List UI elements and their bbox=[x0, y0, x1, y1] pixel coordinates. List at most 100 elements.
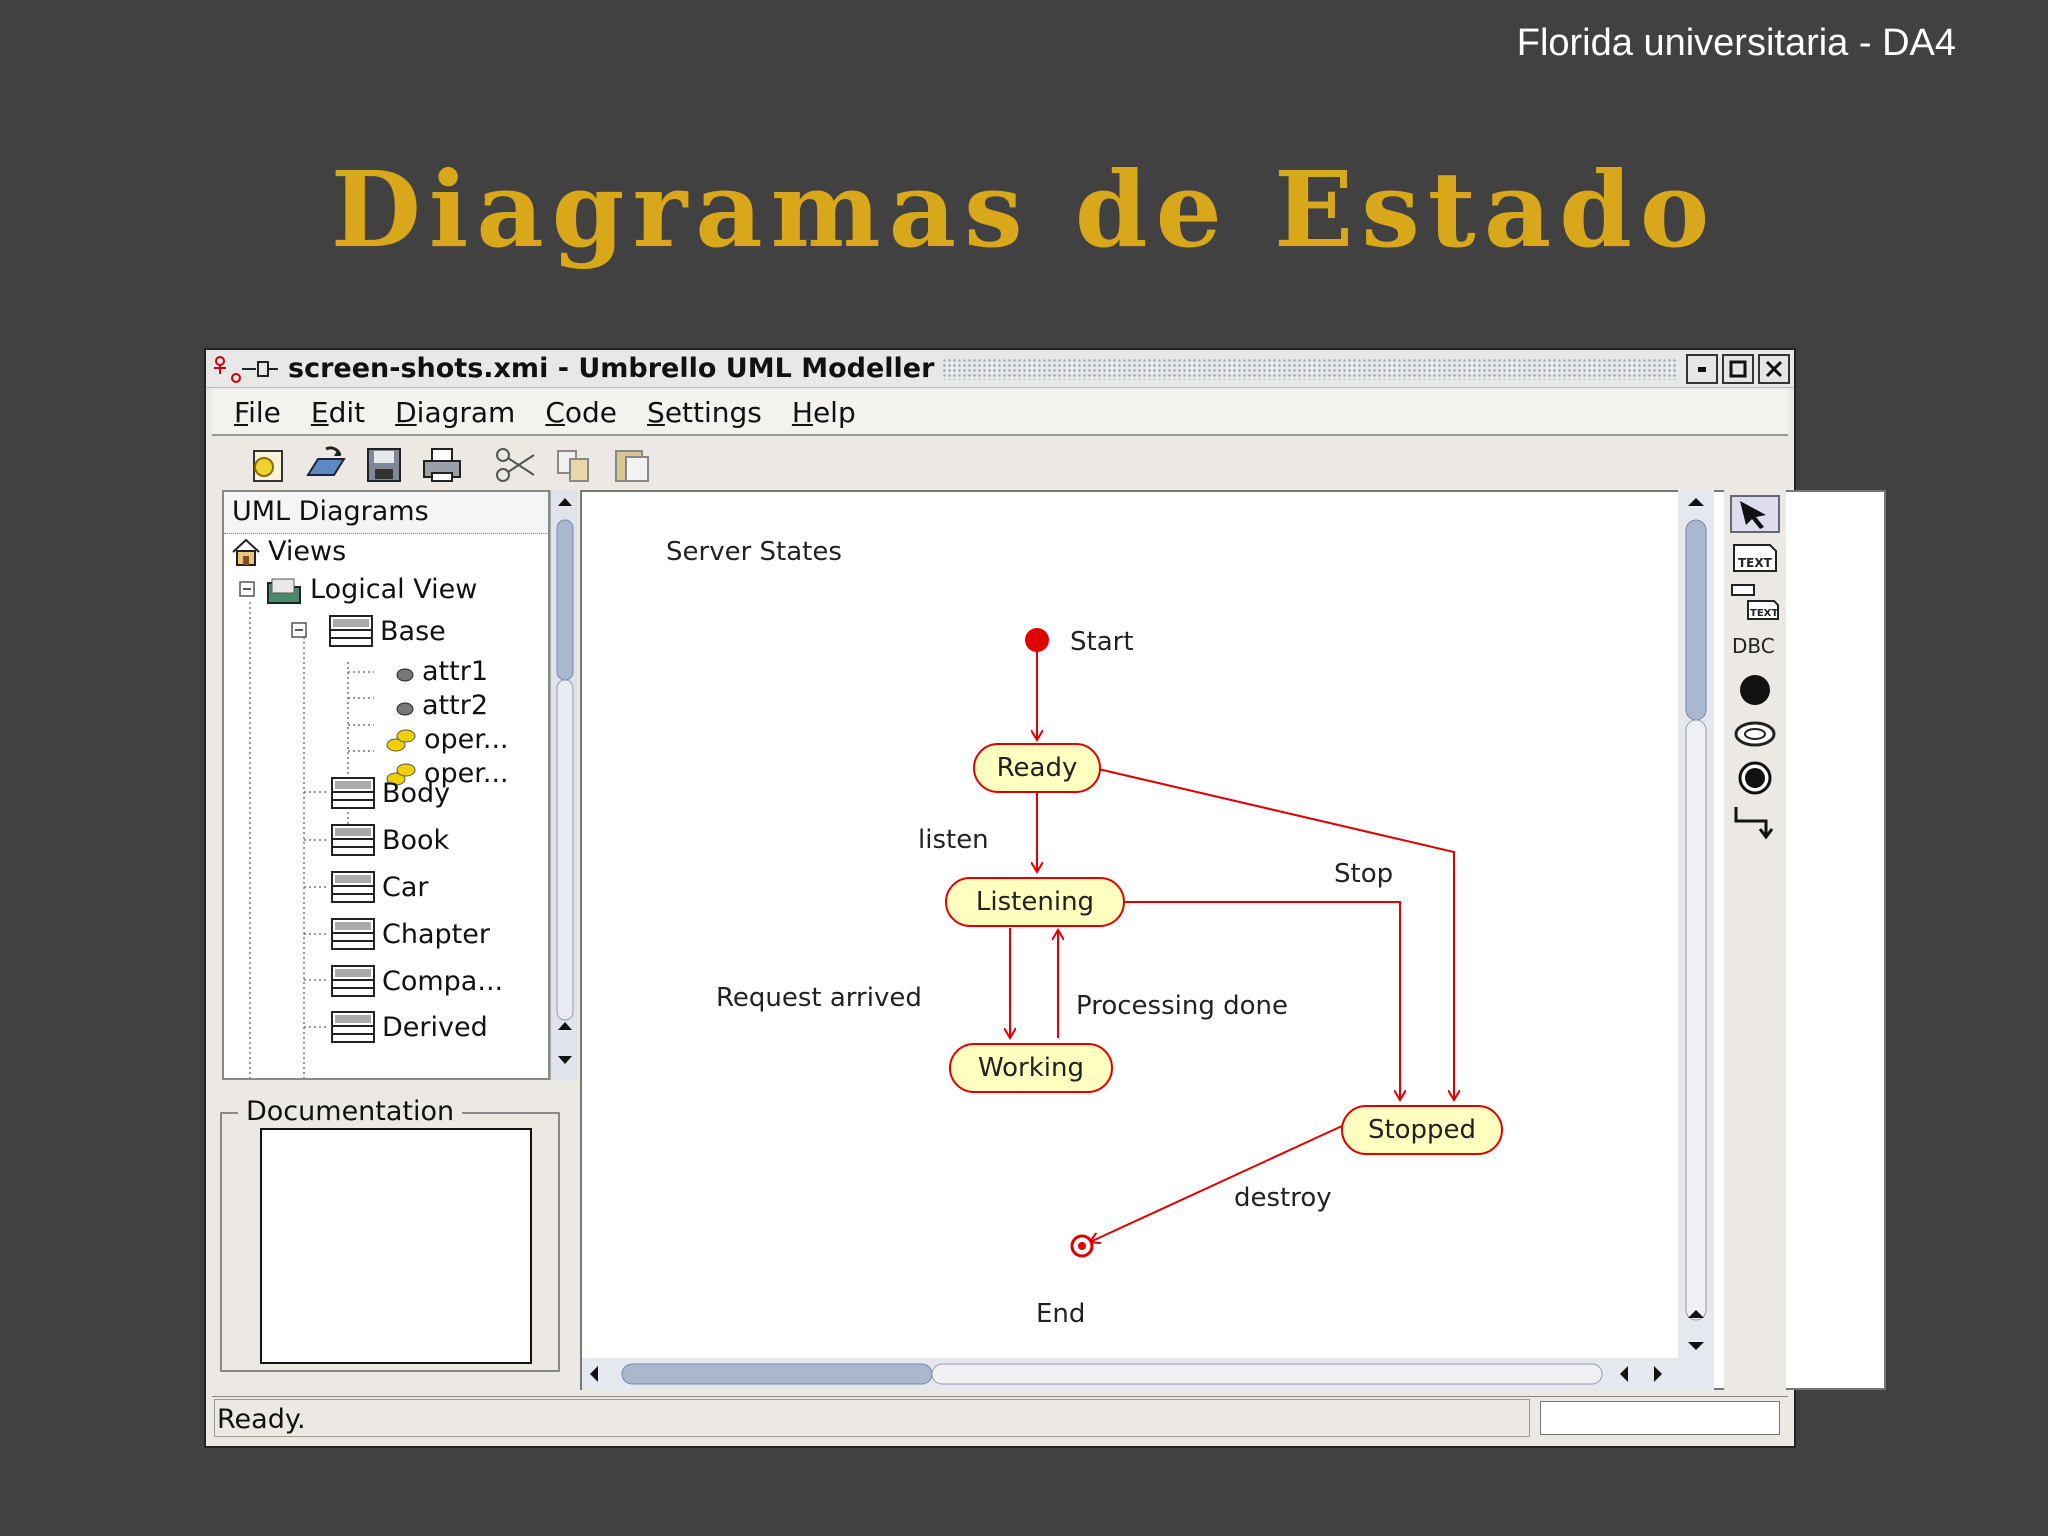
folder-icon bbox=[267, 578, 301, 604]
tree-item-chapter[interactable]: Chapter bbox=[330, 917, 490, 951]
main-toolbar bbox=[212, 440, 1788, 490]
state-icon bbox=[1734, 721, 1776, 747]
cut-icon bbox=[496, 448, 535, 482]
new-button[interactable] bbox=[242, 443, 294, 487]
operation-icon bbox=[386, 729, 416, 751]
note-tool[interactable]: TEXT bbox=[1727, 582, 1783, 622]
menu-code[interactable]: Code bbox=[545, 396, 617, 429]
tree-view[interactable]: UML Diagrams Views Logical View Base att… bbox=[222, 490, 550, 1080]
open-icon bbox=[306, 446, 346, 476]
print-icon bbox=[423, 448, 461, 482]
titlebar-grip bbox=[942, 357, 1678, 380]
menu-help[interactable]: Help bbox=[792, 396, 856, 429]
tree-scroll-thumb bbox=[556, 519, 574, 681]
svg-text:DBC: DBC bbox=[1732, 634, 1775, 658]
text-note-icon: TEXT bbox=[1733, 544, 1777, 572]
class-icon bbox=[331, 1011, 375, 1043]
menu-edit[interactable]: Edit bbox=[311, 396, 365, 429]
scroll-up-icon bbox=[558, 498, 572, 506]
tree-label-derived: Derived bbox=[382, 1011, 488, 1043]
tree-item-operation-1[interactable]: oper... bbox=[384, 724, 509, 755]
end-state-tool[interactable] bbox=[1727, 758, 1783, 798]
tree-label-attr1: attr1 bbox=[422, 656, 488, 687]
tree-item-logical-view[interactable]: Logical View bbox=[238, 574, 477, 605]
documentation-panel: Documentation bbox=[212, 1090, 568, 1380]
state-tool[interactable] bbox=[1727, 714, 1783, 754]
attribute-icon bbox=[396, 702, 414, 715]
save-icon bbox=[367, 448, 401, 482]
tree-label-car: Car bbox=[382, 871, 429, 903]
transition-arrow-icon bbox=[1734, 807, 1774, 840]
scroll-left-icon bbox=[590, 1366, 598, 1382]
class-icon bbox=[331, 871, 375, 903]
tree-label-logical-view: Logical View bbox=[310, 574, 478, 605]
diagram-title: Server States bbox=[666, 537, 842, 567]
end-state-icon bbox=[1738, 761, 1772, 795]
documentation-label: Documentation bbox=[238, 1096, 463, 1127]
copy-button[interactable] bbox=[548, 443, 600, 487]
maximize-icon bbox=[1729, 360, 1747, 377]
minimize-button[interactable] bbox=[1686, 353, 1718, 384]
svg-text:TEXT: TEXT bbox=[1750, 608, 1778, 619]
attribute-icon bbox=[396, 668, 414, 681]
box-tool[interactable]: DBC bbox=[1727, 626, 1783, 666]
documentation-textarea[interactable] bbox=[260, 1128, 532, 1364]
tree-item-car[interactable]: Car bbox=[330, 870, 429, 904]
tree-item-base[interactable]: Base bbox=[290, 614, 446, 648]
tree-label-views: Views bbox=[268, 536, 347, 567]
close-button[interactable] bbox=[1758, 353, 1790, 384]
label-stop: Stop bbox=[1334, 859, 1393, 889]
canvas-vertical-scrollbar[interactable] bbox=[1678, 490, 1714, 1390]
transition-tool[interactable] bbox=[1727, 802, 1783, 842]
label-request-arrived: Request arrived bbox=[716, 983, 922, 1013]
tree-item-book[interactable]: Book bbox=[330, 823, 449, 857]
umbrello-app-icon bbox=[214, 355, 278, 383]
tree-item-attr2[interactable]: attr2 bbox=[394, 690, 488, 721]
copy-icon bbox=[557, 450, 589, 482]
label-processing-done: Processing done bbox=[1076, 991, 1288, 1021]
canvas-hscroll-graphic bbox=[590, 1363, 1662, 1385]
state-ready-label: Ready bbox=[997, 753, 1078, 783]
initial-state-tool[interactable] bbox=[1727, 670, 1783, 710]
svg-text:TEXT: TEXT bbox=[1738, 556, 1773, 570]
menu-settings[interactable]: Settings bbox=[647, 396, 762, 429]
print-button[interactable] bbox=[416, 443, 468, 487]
select-tool[interactable] bbox=[1727, 494, 1783, 534]
paste-button[interactable] bbox=[606, 443, 658, 487]
tree-label-body: Body bbox=[382, 777, 451, 809]
tree-label-company: Compa... bbox=[382, 965, 504, 997]
maximize-button[interactable] bbox=[1722, 353, 1754, 384]
window-title: screen-shots.xmi - Umbrello UML Modeller bbox=[288, 353, 935, 384]
tree-item-body[interactable]: Body bbox=[330, 776, 450, 810]
arrow-pointer-icon bbox=[1730, 495, 1780, 533]
tree-label-operation-1: oper... bbox=[424, 724, 509, 755]
menu-diagram[interactable]: Diagram bbox=[395, 396, 515, 429]
minimize-icon bbox=[1698, 366, 1706, 372]
initial-state[interactable] bbox=[1025, 628, 1049, 652]
canvas-horizontal-scrollbar[interactable] bbox=[582, 1358, 1678, 1390]
tree-item-company[interactable]: Compa... bbox=[330, 964, 503, 998]
tree-label-chapter: Chapter bbox=[382, 918, 490, 950]
class-icon bbox=[329, 615, 373, 647]
slide-header: Florida universitaria - DA4 bbox=[1516, 22, 1956, 64]
menu-file[interactable]: File bbox=[234, 396, 281, 429]
label-end: End bbox=[1036, 1299, 1085, 1329]
cut-button[interactable] bbox=[490, 443, 542, 487]
collapse-icon[interactable] bbox=[238, 580, 258, 600]
menubar: File Edit Diagram Code Settings Help bbox=[212, 390, 1788, 436]
note-anchor-icon: TEXT bbox=[1731, 584, 1779, 620]
scroll-up-icon bbox=[558, 1022, 572, 1030]
tree-item-derived[interactable]: Derived bbox=[330, 1010, 488, 1044]
open-button[interactable] bbox=[300, 443, 352, 487]
tree-item-views[interactable]: Views bbox=[230, 536, 346, 567]
collapse-icon[interactable] bbox=[290, 621, 310, 641]
paste-icon bbox=[615, 450, 649, 482]
label-start: Start bbox=[1070, 627, 1134, 657]
tree-item-attr1[interactable]: attr1 bbox=[394, 656, 488, 687]
text-tool[interactable]: TEXT bbox=[1727, 538, 1783, 578]
window-titlebar[interactable]: screen-shots.xmi - Umbrello UML Modeller bbox=[206, 350, 1794, 388]
save-button[interactable] bbox=[358, 443, 410, 487]
tree-scrollbar[interactable] bbox=[550, 490, 578, 1080]
initial-state-icon bbox=[1740, 675, 1770, 705]
tree-label-book: Book bbox=[382, 824, 450, 856]
